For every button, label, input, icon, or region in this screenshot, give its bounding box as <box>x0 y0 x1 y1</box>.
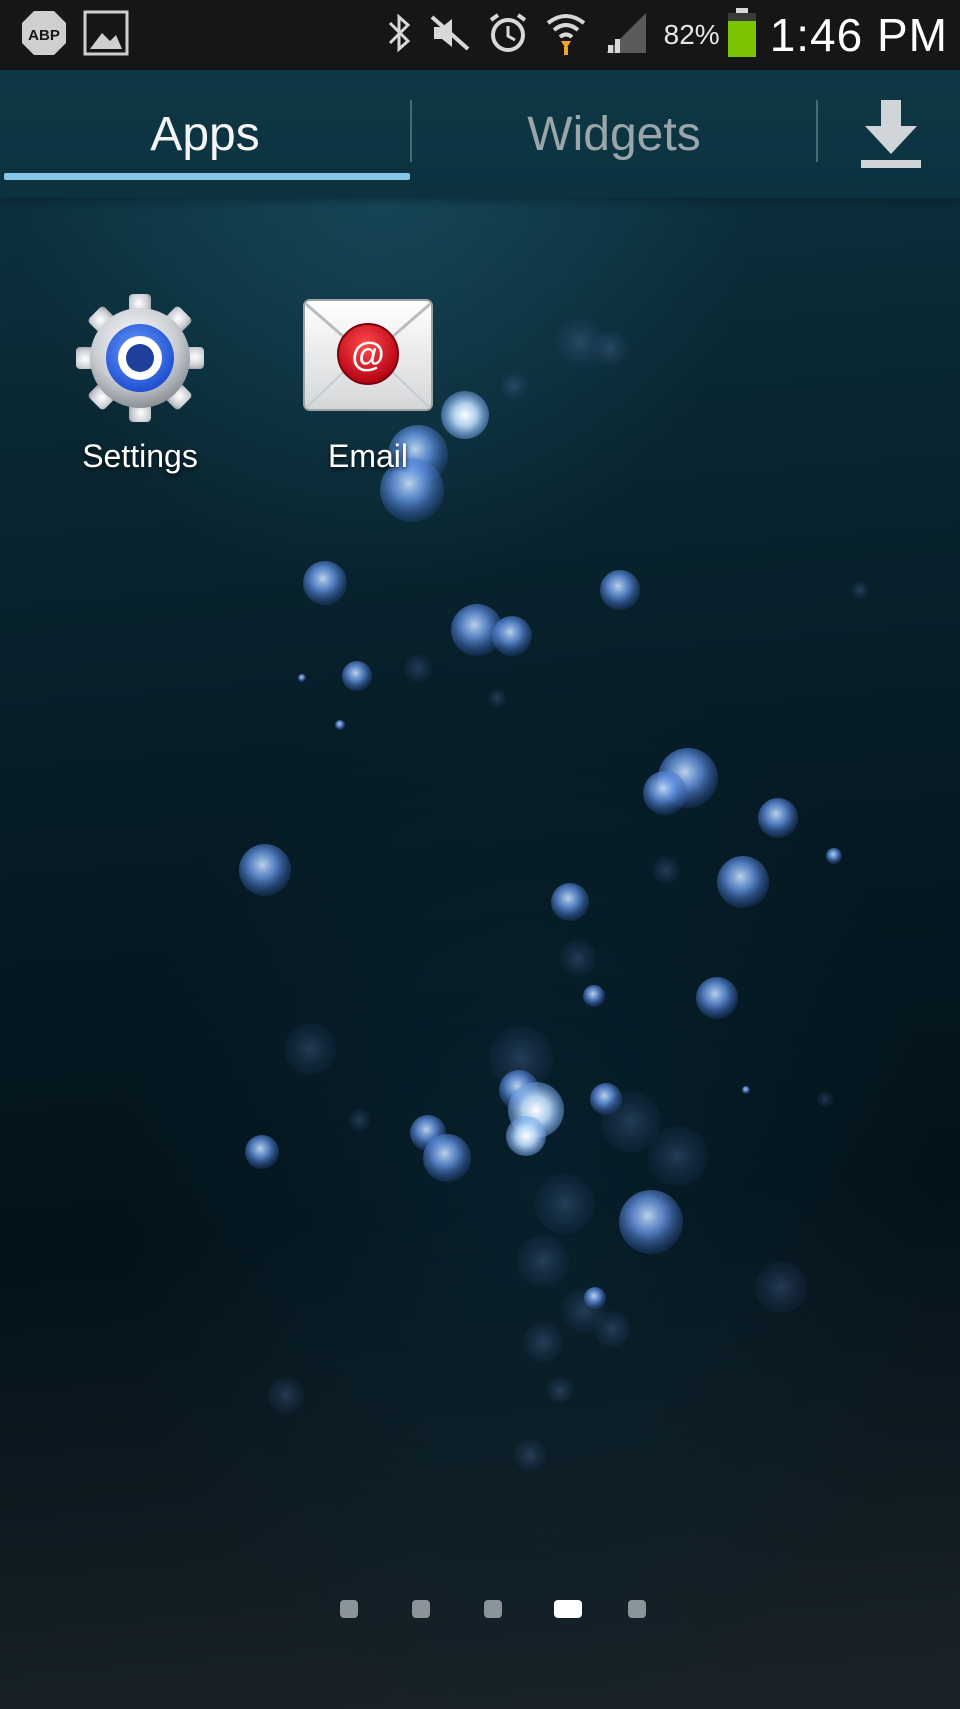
bokeh-dot <box>404 654 432 682</box>
mute-icon <box>428 11 472 60</box>
bokeh-dot <box>600 570 640 610</box>
wallpaper-bokeh <box>239 318 869 1471</box>
bokeh-dot <box>658 748 718 808</box>
bokeh-dot <box>335 720 345 730</box>
bokeh-dot <box>556 318 604 366</box>
drawer-tab-bar: Apps Widgets <box>0 70 960 198</box>
settings-gear-icon <box>76 294 204 422</box>
bokeh-dot <box>696 977 738 1019</box>
bokeh-dot <box>508 1082 564 1138</box>
bokeh-dot <box>619 1190 683 1254</box>
bokeh-dot <box>742 1086 750 1094</box>
download-icon <box>861 100 921 168</box>
bokeh-dot <box>268 1377 304 1413</box>
bokeh-dot <box>535 1174 595 1234</box>
bokeh-dot <box>410 1115 446 1151</box>
status-clock: 1:46 PM <box>769 9 948 61</box>
tab-widgets-label: Widgets <box>527 107 701 161</box>
bokeh-dot <box>590 1083 622 1115</box>
page-dot[interactable] <box>340 1600 358 1618</box>
bokeh-dot <box>489 1026 553 1090</box>
download-button[interactable] <box>822 70 960 198</box>
bokeh-dot <box>562 1288 606 1332</box>
bokeh-dot <box>652 856 680 884</box>
image-icon <box>82 9 130 62</box>
bokeh-dot <box>423 1134 471 1182</box>
tab-selected-indicator <box>4 173 410 180</box>
bokeh-dot <box>758 798 798 838</box>
bokeh-dot <box>551 883 589 921</box>
app-settings-label: Settings <box>82 438 198 474</box>
svg-text:ABP: ABP <box>28 27 60 44</box>
bokeh-dot <box>245 1135 279 1169</box>
email-envelope-icon: @ <box>303 299 433 411</box>
bokeh-dot <box>492 616 532 656</box>
bluetooth-icon <box>384 11 414 60</box>
bokeh-dot <box>594 1311 630 1347</box>
tab-apps-label: Apps <box>150 107 260 161</box>
svg-text:@: @ <box>351 336 384 374</box>
signal-icon <box>602 9 650 62</box>
page-indicator <box>0 1596 960 1620</box>
app-drawer-screen: ABP 82% 1:46 PM Apps Widgets Settings @ … <box>0 0 960 1709</box>
bokeh-dot <box>560 940 596 976</box>
app-email-label: Email <box>327 438 408 474</box>
page-dot[interactable] <box>628 1600 646 1618</box>
bokeh-dot <box>499 1070 539 1110</box>
bokeh-dot <box>500 372 528 400</box>
bokeh-dot <box>547 1377 573 1403</box>
bokeh-dot <box>451 604 503 656</box>
adblock-plus-icon: ABP <box>20 9 68 62</box>
bokeh-dot <box>348 1109 370 1131</box>
bokeh-dot <box>514 1439 546 1471</box>
bokeh-dot <box>601 1092 661 1152</box>
battery-icon <box>726 7 758 64</box>
bokeh-dot <box>648 1126 708 1186</box>
page-dot[interactable] <box>412 1600 430 1618</box>
bokeh-dot <box>851 581 869 599</box>
bokeh-dot <box>717 856 769 908</box>
app-settings[interactable]: Settings <box>50 288 230 475</box>
bokeh-dot <box>506 1116 546 1156</box>
bokeh-dot <box>523 1322 563 1362</box>
battery-percent-text: 82% <box>663 19 720 50</box>
bokeh-dot <box>488 689 506 707</box>
wifi-icon <box>544 9 588 62</box>
page-dot[interactable] <box>484 1600 502 1618</box>
tab-divider <box>816 100 818 162</box>
page-dot[interactable] <box>554 1600 582 1618</box>
tab-widgets[interactable]: Widgets <box>412 70 816 198</box>
bokeh-dot <box>643 771 687 815</box>
bokeh-dot <box>755 1261 807 1313</box>
app-email[interactable]: @ Email <box>278 288 458 475</box>
bokeh-dot <box>298 674 306 682</box>
status-bar: ABP 82% 1:46 PM <box>0 0 960 70</box>
bokeh-dot <box>583 985 605 1007</box>
bokeh-dot <box>342 661 372 691</box>
bokeh-dot <box>284 1023 336 1075</box>
bokeh-dot <box>826 848 842 864</box>
bokeh-dot <box>239 844 291 896</box>
alarm-icon <box>486 11 530 60</box>
bokeh-dot <box>584 1287 606 1309</box>
bokeh-dot <box>817 1091 833 1107</box>
bokeh-dot <box>592 330 628 366</box>
bokeh-dot <box>517 1235 569 1287</box>
bokeh-dot <box>303 561 347 605</box>
